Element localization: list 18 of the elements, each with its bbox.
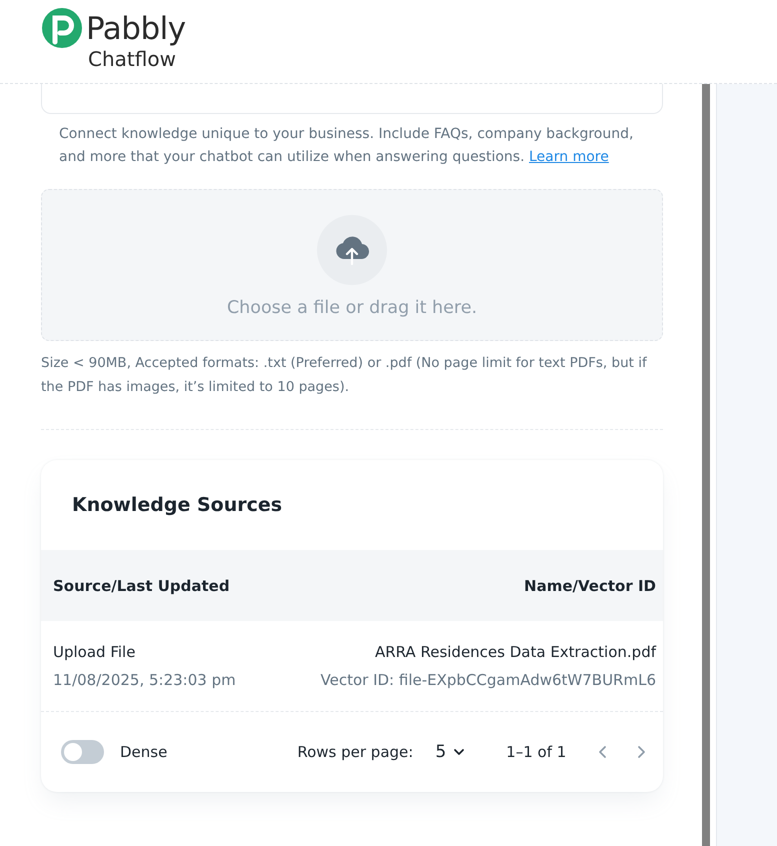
dense-label: Dense	[120, 743, 168, 761]
file-dropzone[interactable]: Choose a file or drag it here.	[41, 189, 663, 341]
rows-per-page-label: Rows per page:	[297, 743, 414, 761]
intro-text: Connect knowledge unique to your business. Include FAQs, company background, and more that your chatbot can utilize when answering questions. Learn more	[59, 125, 634, 167]
logo-wordmark: Pabbly	[86, 14, 186, 45]
dropzone-prompt: Choose a file or drag it here.	[226, 298, 478, 318]
card-title: Knowledge Sources	[71, 493, 284, 518]
column-header: Source/Last Updated	[53, 576, 230, 594]
rows-per-page-select[interactable]: 5	[435, 742, 466, 762]
table-cell-text: ARRA Residences Data Extraction.pdf	[374, 643, 656, 661]
logo-subtitle: Chatflow	[87, 49, 177, 69]
column-header: Name/Vector ID	[524, 576, 656, 594]
table-cell-text: Upload File	[53, 643, 136, 661]
file-requirements-text: Size < 90MB, Accepted formats: .txt (Preferred) or .pdf (No page limit for text PDFs, but if the PDF has images, it’s limited to 10 pages).	[41, 354, 648, 397]
page-range: 1–1 of 1	[506, 743, 566, 761]
table-cell-text: Vector ID: file-EXpbCCgamAdw6tW7BURmL6	[320, 671, 656, 689]
table-cell: 11/08/2025, 5:23:03 pm	[53, 671, 236, 689]
learn-more-link[interactable]: Learn more	[529, 149, 609, 165]
